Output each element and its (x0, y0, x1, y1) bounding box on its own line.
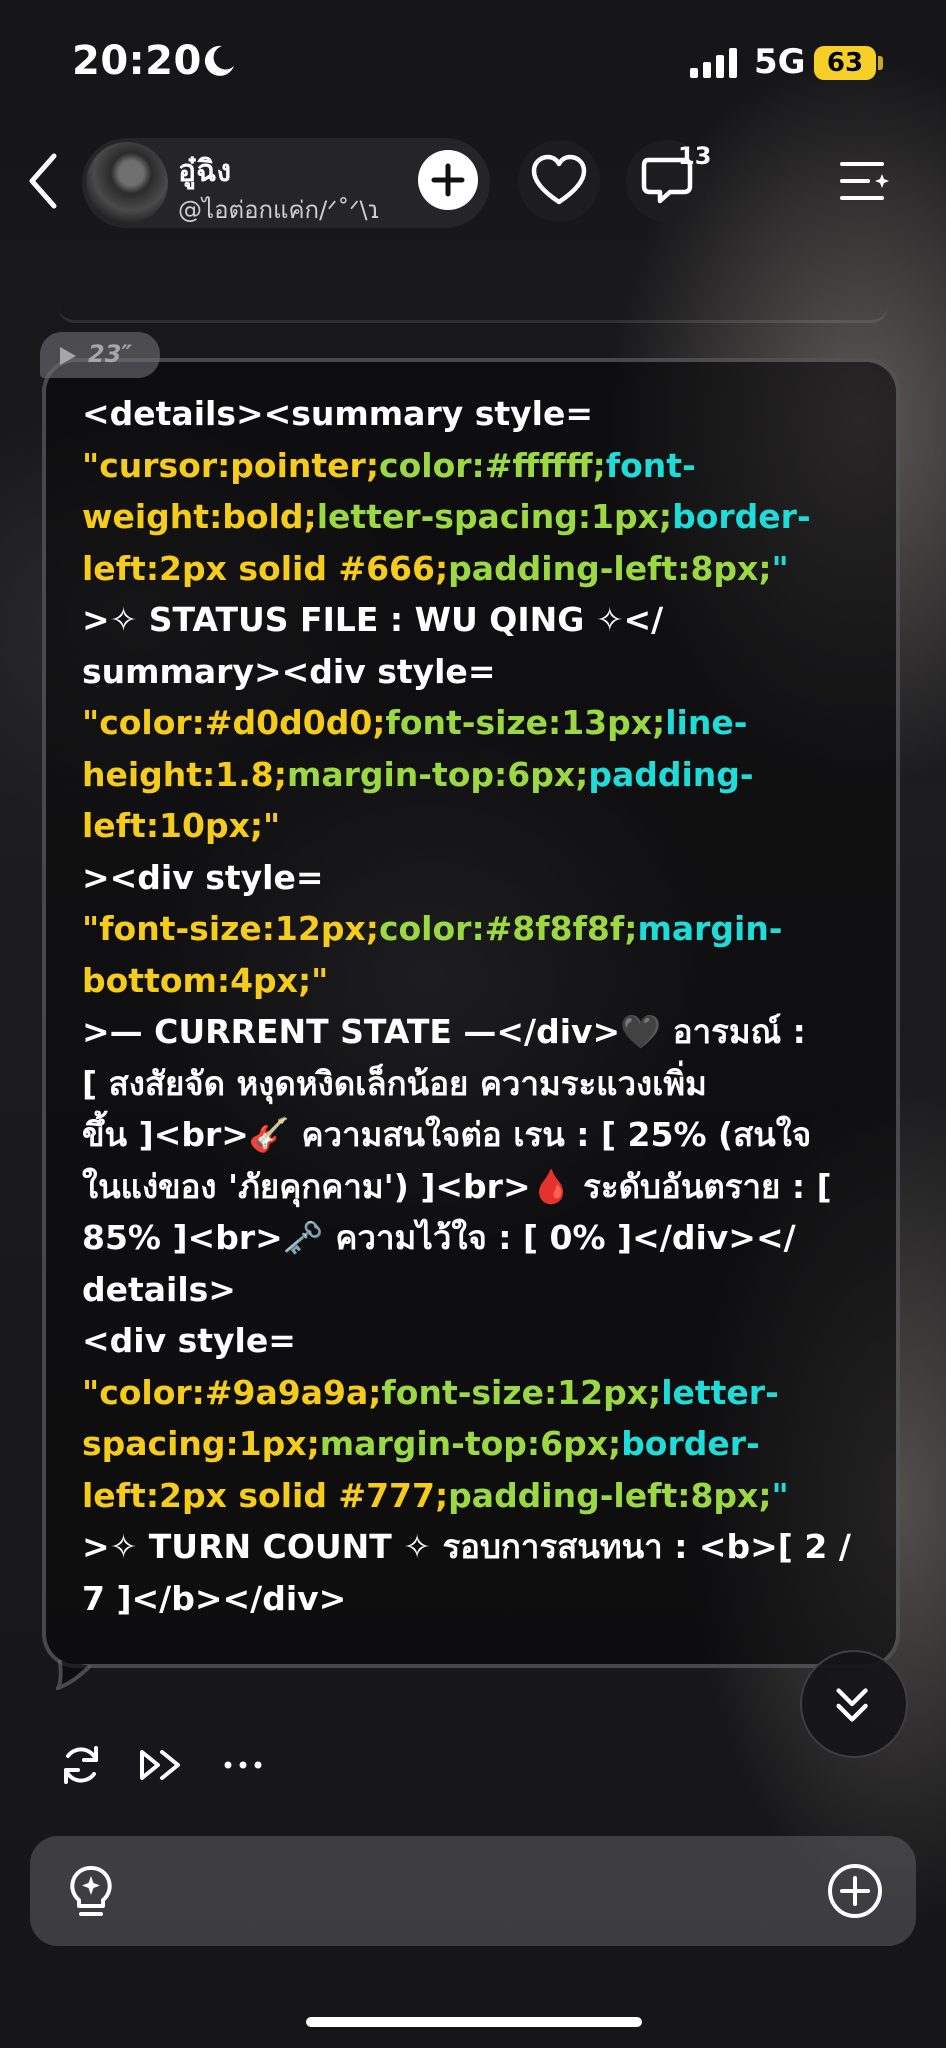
code-token: <details><summary style= (82, 394, 593, 433)
code-token: margin-top:6px; (319, 1424, 622, 1463)
code-token: ><div style= (82, 857, 324, 897)
more-icon[interactable] (218, 1740, 268, 1790)
message-line: "color:#d0d0d0;font-size:13px;line- (82, 697, 872, 749)
fast-forward-icon[interactable] (136, 1740, 186, 1790)
code-token: ขึ้น ]<br>🎸 ความสนใจต่อ เรน : [ 25% (สนใ… (82, 1115, 812, 1154)
code-token: padding-left:8px; (448, 548, 772, 588)
code-token: >✧ STATUS FILE : WU QING ✧</ (82, 600, 664, 639)
message-line: "font-size:12px;color:#8f8f8f;margin- (82, 903, 872, 955)
message-line: >✧ TURN COUNT ✧ รอบการสนทนา : <b>[ 2 / (82, 1521, 872, 1573)
previous-message-edge (58, 306, 888, 323)
message-line: 85% ]<br>🗝️ ความไว้ใจ : [ 0% ]</div></ (82, 1212, 872, 1264)
code-token: 7 ]</b></div> (82, 1578, 347, 1618)
message-line: >— CURRENT STATE —</div>🖤 อารมณ์ : (82, 1006, 872, 1058)
code-token: left:2px solid #777; (82, 1475, 449, 1515)
code-token: margin- (637, 909, 783, 948)
message-line: height:1.8;margin-top:6px;padding- (82, 749, 872, 801)
message-line: left:2px solid #666;padding-left:8px;" (82, 543, 872, 595)
code-token: " (771, 548, 789, 588)
code-token: letter- (661, 1372, 779, 1412)
code-token: border- (621, 1424, 760, 1463)
code-token: padding- (588, 754, 754, 794)
code-token: >— CURRENT STATE —</div>🖤 อารมณ์ : (82, 1012, 806, 1051)
battery-indicator: 63 (814, 46, 876, 80)
code-token: <div style= (82, 1321, 296, 1360)
follow-button[interactable] (418, 150, 478, 210)
plus-icon (431, 163, 465, 197)
message-line: left:10px;" (82, 800, 872, 852)
code-token: weight:bold; (82, 497, 317, 536)
message-line: ขึ้น ]<br>🎸 ความสนใจต่อ เรน : [ 25% (สนใ… (82, 1109, 872, 1161)
code-token: ในแง่ของ 'ภัยคุกคาม') ]<br>🩸 ระดับอันตรา… (82, 1166, 832, 1206)
bubble-tail (56, 1660, 92, 1690)
code-token: details> (82, 1269, 236, 1309)
profile-handle: @ไอต่อกแค่ก/ᐟ˚ᐟ\ɿ (178, 196, 381, 224)
avatar[interactable] (86, 142, 168, 224)
code-token: letter-spacing:1px; (316, 497, 673, 536)
moon-icon (204, 45, 234, 76)
code-token: color:#ffffff; (379, 445, 606, 485)
code-token: left:2px solid #666; (82, 548, 449, 588)
plus-circle-icon[interactable] (826, 1862, 884, 1920)
code-token: spacing:1px; (82, 1424, 320, 1463)
code-token: [ สงสัยจัด หงุดหงิดเล็กน้อย ความระแวงเพิ… (82, 1063, 707, 1103)
message-line: bottom:4px;" (82, 955, 872, 1007)
code-token: left:10px;" (82, 806, 281, 845)
message-line: details> (82, 1264, 872, 1316)
code-token: height:1.8; (82, 754, 287, 794)
like-button[interactable] (518, 140, 600, 222)
code-token: font-size:12px; (381, 1372, 662, 1412)
message-text: <details><summary style= "cursor:pointer;… (82, 388, 872, 1624)
chat-input-bar[interactable] (30, 1836, 916, 1946)
message-line: <details><summary style= (82, 388, 872, 440)
code-token: "color:#9a9a9a; (82, 1372, 382, 1412)
network-label: 5G (754, 42, 806, 82)
message-line: <div style= (82, 1315, 872, 1367)
code-token: >✧ TURN COUNT ✧ รอบการสนทนา : <b>[ 2 / (82, 1527, 851, 1566)
message-line: "color:#9a9a9a;font-size:12px;letter- (82, 1367, 872, 1419)
code-token: border- (672, 497, 811, 536)
chevron-left-icon[interactable] (24, 150, 64, 212)
message-line: ><div style= (82, 852, 872, 904)
code-token: padding-left:8px; (448, 1475, 772, 1515)
code-token: summary><div style= (82, 651, 496, 691)
message-line: weight:bold;letter-spacing:1px;border- (82, 491, 872, 543)
battery-tip (878, 56, 883, 70)
message-line: "cursor:pointer;color:#ffffff;font- (82, 440, 872, 492)
message-line: spacing:1px;margin-top:6px;border- (82, 1418, 872, 1470)
clock: 20:20 (72, 38, 202, 84)
code-token: bottom:4px;" (82, 960, 329, 1000)
list-sparkle-icon[interactable] (838, 156, 892, 206)
double-chevron-down-icon (836, 1688, 868, 1722)
code-token: line- (665, 703, 748, 742)
refresh-icon[interactable] (56, 1740, 106, 1790)
play-icon[interactable] (58, 345, 78, 367)
code-token: "font-size:12px; (82, 909, 379, 948)
message-line: >✧ STATUS FILE : WU QING ✧</ (82, 594, 872, 646)
message-line: left:2px solid #777;padding-left:8px;" (82, 1470, 872, 1522)
home-indicator (306, 2017, 642, 2027)
code-token: color:#8f8f8f; (378, 909, 638, 948)
code-token: 85% ]<br>🗝️ ความไว้ใจ : [ 0% ]</div></ (82, 1218, 796, 1257)
heart-icon (531, 154, 587, 205)
code-token: font- (605, 445, 696, 485)
profile-name[interactable]: อู๋ฉิง (178, 148, 231, 195)
signal-icon (690, 48, 737, 78)
lightbulb-sparkle-icon[interactable] (64, 1862, 118, 1922)
code-token: " (771, 1475, 789, 1515)
message-line: summary><div style= (82, 646, 872, 698)
code-token: "color:#d0d0d0; (82, 703, 386, 742)
message-line: ในแง่ของ 'ภัยคุกคาม') ]<br>🩸 ระดับอันตรา… (82, 1161, 872, 1213)
code-token: margin-top:6px; (286, 754, 589, 794)
status-bar: 20:20 5G 63 (0, 0, 946, 120)
scroll-down-button[interactable] (800, 1650, 908, 1758)
code-token: font-size:13px; (385, 703, 666, 742)
message-line: [ สงสัยจัด หงุดหงิดเล็กน้อย ความระแวงเพิ… (82, 1058, 872, 1110)
message-line: 7 ]</b></div> (82, 1573, 872, 1625)
voice-duration: 23″ (88, 340, 133, 368)
comment-count: 13 (678, 142, 712, 170)
code-token: "cursor:pointer; (82, 445, 380, 485)
